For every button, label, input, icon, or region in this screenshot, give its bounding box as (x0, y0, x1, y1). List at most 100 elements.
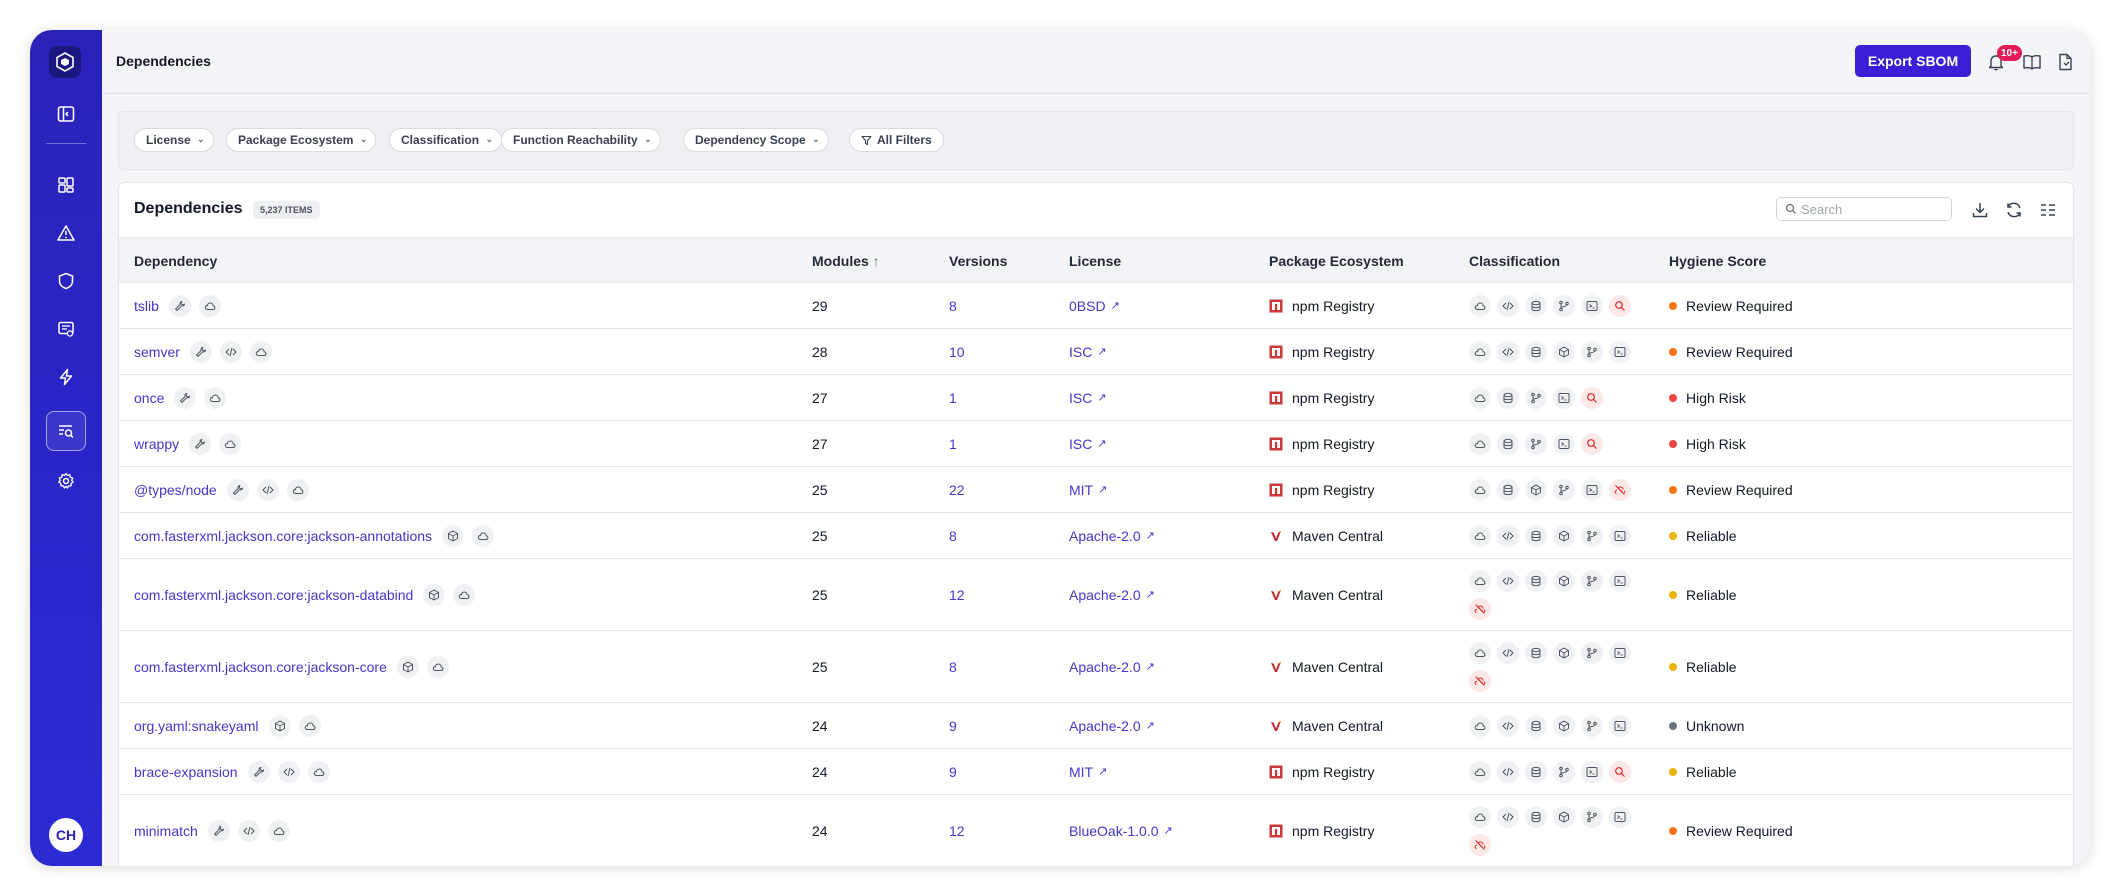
download-button[interactable] (1969, 199, 1991, 221)
modules-cell: 27 (812, 435, 828, 452)
table-row[interactable]: minimatch 24 12 BlueOak-1.0.0 ↗ npm Registry R… (119, 795, 2073, 866)
git-branch-icon (1581, 805, 1603, 828)
document-button[interactable] (2054, 51, 2076, 73)
table-row[interactable]: com.fasterxml.jackson.core:jackson-datab… (119, 559, 2073, 631)
versions-link[interactable]: 12 (949, 559, 965, 630)
sidebar-item-dashboard[interactable] (46, 165, 86, 205)
sidebar-item-security[interactable] (46, 261, 86, 301)
dependency-tags (168, 294, 221, 317)
avatar[interactable]: CH (49, 818, 83, 852)
filter-dependency-scope[interactable]: Dependency Scope ⌄ (683, 128, 829, 152)
columns-button[interactable] (2037, 199, 2059, 221)
dependency-link[interactable]: com.fasterxml.jackson.core:jackson-datab… (134, 587, 413, 603)
cloud-icon (298, 714, 321, 737)
license-link[interactable]: 0BSD ↗ (1069, 283, 1120, 328)
dependency-link[interactable]: com.fasterxml.jackson.core:jackson-annot… (134, 528, 432, 544)
ecosystem-label: npm Registry (1292, 297, 1375, 314)
git-branch-icon (1581, 569, 1603, 592)
versions-link[interactable]: 8 (949, 631, 957, 702)
col-license[interactable]: License (1069, 253, 1121, 269)
col-dependency[interactable]: Dependency (134, 253, 217, 269)
classification-cell (1469, 559, 1649, 630)
code-icon (1497, 805, 1519, 828)
license-link[interactable]: MIT ↗ (1069, 467, 1107, 512)
external-link-icon: ↗ (1145, 661, 1155, 673)
filter-classification[interactable]: Classification ⌄ (389, 128, 503, 152)
sidebar-item-dependencies[interactable] (46, 411, 86, 451)
license-link[interactable]: MIT ↗ (1069, 749, 1107, 794)
col-package-ecosystem[interactable]: Package Ecosystem (1269, 253, 1404, 269)
dependency-link[interactable]: semver (134, 344, 180, 360)
license-link[interactable]: ISC ↗ (1069, 421, 1107, 466)
license-link[interactable]: Apache-2.0 ↗ (1069, 703, 1155, 748)
filter-function-reachability[interactable]: Function Reachability ⌄ (501, 128, 661, 152)
versions-link[interactable]: 8 (949, 283, 957, 328)
sidebar-item-alerts[interactable] (46, 213, 86, 253)
search-input[interactable]: Search (1776, 197, 1952, 221)
sidebar-item-reports[interactable] (46, 309, 86, 349)
table-row[interactable]: once 27 1 ISC ↗ npm Registry High Risk (119, 375, 2073, 421)
license-label: ISC (1069, 389, 1093, 406)
versions-link[interactable]: 12 (949, 795, 965, 866)
license-link[interactable]: ISC ↗ (1069, 375, 1107, 420)
versions-link[interactable]: 9 (949, 749, 957, 794)
package-icon (1525, 478, 1547, 501)
refresh-button[interactable] (2003, 199, 2025, 221)
table-row[interactable]: brace-expansion 24 9 MIT ↗ npm Registry Reliab… (119, 749, 2073, 795)
versions-link[interactable]: 1 (949, 421, 957, 466)
hygiene-score-cell: High Risk (1669, 421, 1746, 466)
hygiene-label: Review Required (1686, 481, 1793, 498)
table-row[interactable]: org.yaml:snakeyaml 24 9 Apache-2.0 ↗ Maven Ce… (119, 703, 2073, 749)
table-row[interactable]: @types/node 25 22 MIT ↗ npm Registry Review Re… (119, 467, 2073, 513)
license-link[interactable]: BlueOak-1.0.0 ↗ (1069, 795, 1173, 866)
sidebar-item-automation[interactable] (46, 357, 86, 397)
col-hygiene-score[interactable]: Hygiene Score (1669, 253, 1766, 269)
dependency-tags (189, 432, 242, 455)
versions-link[interactable]: 9 (949, 703, 957, 748)
dependency-link[interactable]: brace-expansion (134, 764, 238, 780)
cloud-icon (198, 294, 221, 317)
versions-link[interactable]: 22 (949, 467, 965, 512)
package-icon (1553, 641, 1575, 664)
license-link[interactable]: Apache-2.0 ↗ (1069, 559, 1155, 630)
col-versions[interactable]: Versions (949, 253, 1007, 269)
dependency-link[interactable]: once (134, 390, 164, 406)
table-row[interactable]: com.fasterxml.jackson.core:jackson-core 2… (119, 631, 2073, 703)
status-dot (1669, 301, 1677, 310)
logo-icon[interactable] (49, 46, 81, 78)
col-classification[interactable]: Classification (1469, 253, 1560, 269)
license-link[interactable]: Apache-2.0 ↗ (1069, 513, 1155, 558)
dependency-link[interactable]: minimatch (134, 823, 198, 839)
docs-button[interactable] (2021, 51, 2043, 73)
status-dot (1669, 485, 1677, 494)
cloud-icon (1469, 569, 1491, 592)
all-filters-button[interactable]: All Filters (849, 128, 944, 152)
hygiene-score-cell: Review Required (1669, 467, 1793, 512)
sidebar-item-settings[interactable] (46, 461, 86, 501)
versions-link[interactable]: 1 (949, 375, 957, 420)
cloud-off-icon (1469, 669, 1491, 692)
dependency-link[interactable]: @types/node (134, 482, 217, 498)
table-row[interactable]: semver 28 10 ISC ↗ npm Registry Review Require… (119, 329, 2073, 375)
ecosystem-cell: npm Registry (1269, 749, 1374, 794)
database-icon (1497, 478, 1519, 501)
status-dot (1669, 347, 1677, 356)
col-modules[interactable]: Modules ↑ (812, 253, 880, 269)
table-row[interactable]: wrappy 27 1 ISC ↗ npm Registry High Risk (119, 421, 2073, 467)
dependency-link[interactable]: tslib (134, 298, 159, 314)
export-sbom-button[interactable]: Export SBOM (1855, 45, 1971, 77)
versions-link[interactable]: 8 (949, 513, 957, 558)
dependency-link[interactable]: org.yaml:snakeyaml (134, 718, 259, 734)
table-row[interactable]: com.fasterxml.jackson.core:jackson-annot… (119, 513, 2073, 559)
versions-link[interactable]: 10 (949, 329, 965, 374)
filter-package-ecosystem[interactable]: Package Ecosystem ⌄ (226, 128, 377, 152)
sidebar-item-toggle[interactable] (46, 94, 86, 134)
dependency-link[interactable]: wrappy (134, 436, 179, 452)
ecosystem-cell: Maven Central (1269, 513, 1383, 558)
dependency-link[interactable]: com.fasterxml.jackson.core:jackson-core (134, 659, 387, 675)
filter-license[interactable]: License ⌄ (134, 128, 214, 152)
license-link[interactable]: ISC ↗ (1069, 329, 1107, 374)
table-row[interactable]: tslib 29 8 0BSD ↗ npm Registry Review Required (119, 283, 2073, 329)
license-link[interactable]: Apache-2.0 ↗ (1069, 631, 1155, 702)
dependency-tags (207, 819, 290, 842)
